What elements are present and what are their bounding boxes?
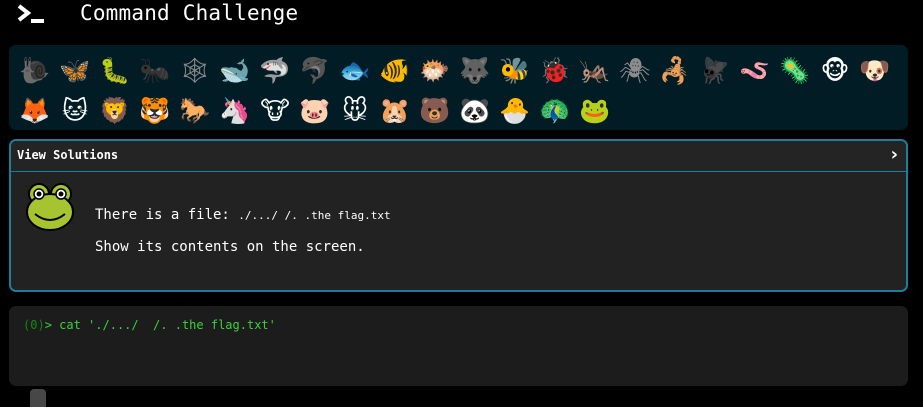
animal-unicorn-icon[interactable]: 🦄	[215, 91, 255, 131]
header: Command Challenge	[0, 0, 923, 40]
terminal-prompt-icon[interactable]	[17, 3, 47, 25]
animal-tiger-icon[interactable]: 🐯	[135, 91, 175, 131]
view-solutions-label: View Solutions	[17, 148, 119, 162]
animal-spider-icon[interactable]: 🕷	[615, 51, 655, 91]
scroll-handle[interactable]	[30, 389, 46, 407]
animal-spider-web-icon[interactable]: 🕸	[175, 51, 215, 91]
exit-status: (0)	[23, 318, 45, 332]
animal-lion-icon[interactable]: 🦁	[95, 91, 135, 131]
animal-panda-icon[interactable]: 🐼	[455, 91, 495, 131]
animal-microbe-icon[interactable]: 🦠	[775, 51, 815, 91]
animal-whale-icon[interactable]: 🐋	[215, 51, 255, 91]
animal-ladybug-icon[interactable]: 🐞	[535, 51, 575, 91]
animal-hamster-icon[interactable]: 🐹	[375, 91, 415, 131]
animal-caterpillar-icon[interactable]: 🐛	[95, 51, 135, 91]
animal-level-bar: 🐌 🦋 🐛 🐜 🕸 🐋 🦈 🐬 🐟 🐠 🐡 🐺 🐝 🐞 🦗 🕷 🦂 🪰 🪱 🦠 🐵 🐶 🦊 🐱 🦁 🐯 🐎 🦄 🐮 🐷 🐭 🐹 🐻 🐼 🐣 🦚 🐸	[9, 45, 908, 130]
animal-monkey-icon[interactable]: 🐵	[815, 51, 855, 91]
animal-tropical-fish-icon[interactable]: 🐠	[375, 51, 415, 91]
animal-cat-icon[interactable]: 🐱	[55, 91, 95, 131]
animal-pig-icon[interactable]: 🐷	[295, 91, 335, 131]
animal-ant-icon[interactable]: 🐜	[135, 51, 175, 91]
challenge-panel: View Solutions › There is a file: ./.../…	[9, 139, 908, 292]
animal-hatching-chick-icon[interactable]: 🐣	[495, 91, 535, 131]
animal-fly-icon[interactable]: 🪰	[695, 51, 735, 91]
animal-cricket-icon[interactable]: 🦗	[575, 51, 615, 91]
animal-worm-icon[interactable]: 🪱	[735, 51, 775, 91]
animal-bear-icon[interactable]: 🐻	[415, 91, 455, 131]
view-solutions-toggle[interactable]: View Solutions ›	[11, 141, 906, 172]
file-path: ./.../ /. .the flag.txt	[238, 209, 391, 222]
animal-snail-icon[interactable]: 🐌	[15, 51, 55, 91]
chevron-right-icon[interactable]: ›	[891, 144, 898, 165]
challenge-instruction: Show its contents on the screen.	[95, 239, 365, 255]
animal-mouse-icon[interactable]: 🐭	[335, 91, 375, 131]
animal-wolf-icon[interactable]: 🐺	[455, 51, 495, 91]
animal-scorpion-icon[interactable]: 🦂	[655, 51, 695, 91]
challenge-description: There is a file: ./.../ /. .the flag.txt	[95, 207, 391, 223]
command-text[interactable]: cat './.../ /. .the flag.txt'	[59, 318, 276, 332]
animal-frog-icon[interactable]: 🐸	[575, 91, 615, 131]
terminal-input-line[interactable]: (0)> cat './.../ /. .the flag.txt'	[23, 318, 276, 332]
animal-bee-icon[interactable]: 🐝	[495, 51, 535, 91]
animal-shark-icon[interactable]: 🦈	[255, 51, 295, 91]
animal-dolphin-icon[interactable]: 🐬	[295, 51, 335, 91]
challenge-prefix: There is a file:	[95, 207, 239, 223]
animal-peacock-icon[interactable]: 🦚	[535, 91, 575, 131]
animal-cow-icon[interactable]: 🐮	[255, 91, 295, 131]
animal-horse-icon[interactable]: 🐎	[175, 91, 215, 131]
animal-dog-icon[interactable]: 🐶	[855, 51, 895, 91]
terminal[interactable]: (0)> cat './.../ /. .the flag.txt'	[9, 306, 908, 386]
frog-icon	[26, 183, 74, 231]
animal-fox-icon[interactable]: 🦊	[15, 91, 55, 131]
animal-pufferfish-icon[interactable]: 🐡	[415, 51, 455, 91]
animal-fish-icon[interactable]: 🐟	[335, 51, 375, 91]
animal-butterfly-icon[interactable]: 🦋	[55, 51, 95, 91]
app-title: Command Challenge	[80, 1, 299, 25]
prompt-symbol: >	[44, 318, 60, 332]
